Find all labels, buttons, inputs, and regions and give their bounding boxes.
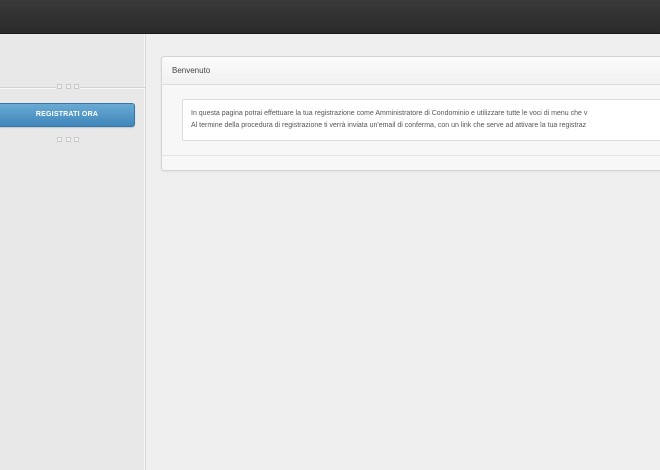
panel-body: In questa pagina potrai effettuare la tu… — [162, 85, 660, 170]
top-navbar — [0, 0, 660, 34]
divider-dot — [65, 84, 71, 89]
sidebar-divider-bottom — [0, 136, 145, 146]
register-now-button[interactable]: REGISTRATI ORA — [0, 103, 135, 127]
welcome-panel: Benvenuto In questa pagina potrai effett… — [161, 56, 660, 171]
sidebar-divider-top — [0, 83, 145, 93]
notice-line-1: In questa pagina potrai effettuare la tu… — [191, 110, 588, 117]
sidebar: REGISTRATI ORA — [0, 34, 146, 470]
divider-dots — [56, 83, 80, 91]
divider-dot — [65, 137, 71, 142]
divider-dots — [56, 136, 80, 144]
divider-dot — [74, 84, 79, 89]
panel-title: Benvenuto — [172, 66, 211, 75]
divider-dot — [74, 137, 79, 142]
panel-header: Benvenuto — [162, 57, 660, 85]
main-content: Benvenuto In questa pagina potrai effett… — [146, 34, 660, 470]
notice-line-2: Al termine della procedura di registrazi… — [191, 122, 587, 129]
panel-footer-divider — [162, 155, 660, 156]
info-notice: In questa pagina potrai effettuare la tu… — [182, 99, 660, 141]
divider-dot — [57, 137, 62, 142]
divider-dot — [57, 84, 62, 89]
